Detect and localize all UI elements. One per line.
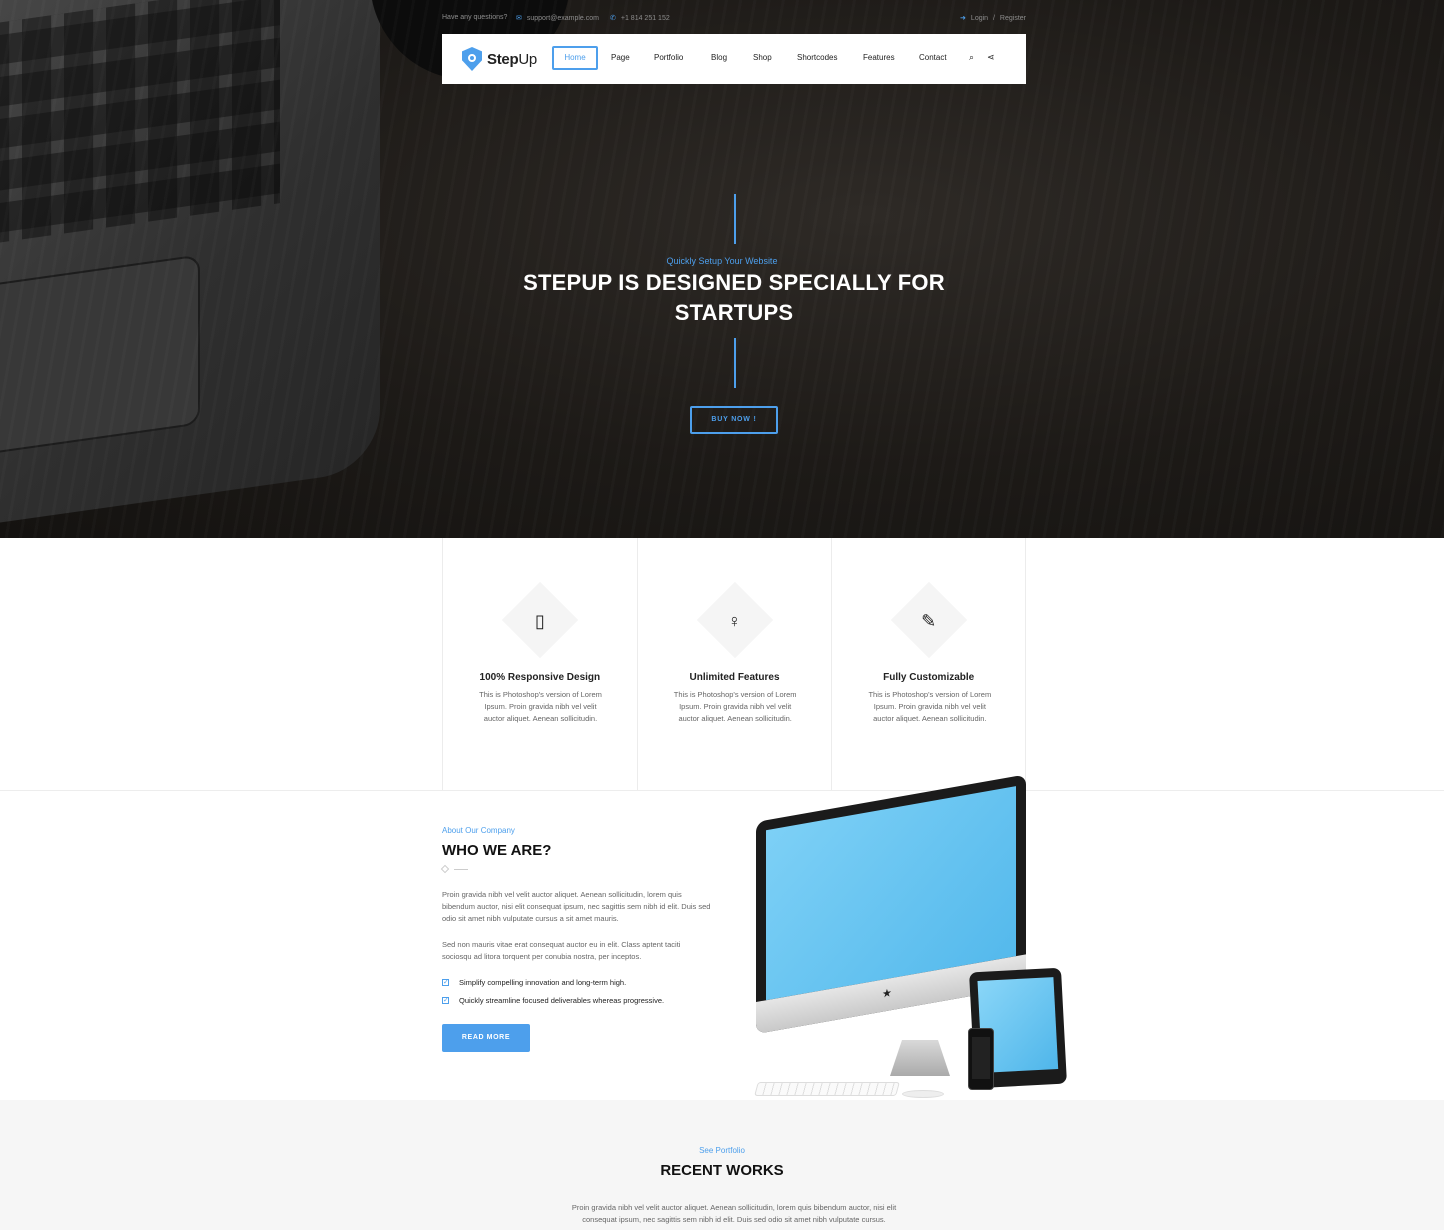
main-navbar: StepUp Home Page Portfolio Blog Shop Sho… xyxy=(442,34,1026,84)
envelope-icon: ✉ xyxy=(516,15,522,22)
feature-card: ▯ 100% Responsive Design This is Photosh… xyxy=(442,538,637,791)
about-paragraph-1: Proin gravida nibh vel velit auctor aliq… xyxy=(442,890,711,923)
features-row: ▯ 100% Responsive Design This is Photosh… xyxy=(442,538,1027,791)
nav-features[interactable]: Features xyxy=(863,46,895,70)
mouse-image xyxy=(902,1090,944,1098)
check-item-text: Quickly streamline focused deliverables … xyxy=(459,996,665,1005)
check-item: ✓ Quickly streamline focused deliverables… xyxy=(442,996,664,1005)
account-separator: / xyxy=(993,15,995,22)
monitor-stand xyxy=(890,1040,950,1076)
login-link[interactable]: Login xyxy=(971,15,988,22)
hero-top-line xyxy=(734,194,736,244)
about-title: WHO WE ARE? xyxy=(442,842,552,859)
question-text: Have any questions? xyxy=(442,14,508,21)
phone-image xyxy=(968,1028,994,1090)
site-logo[interactable]: StepUp xyxy=(462,47,537,71)
nav-blog[interactable]: Blog xyxy=(711,46,727,70)
register-link[interactable]: Register xyxy=(1000,15,1026,22)
nav-portfolio[interactable]: Portfolio xyxy=(654,46,683,70)
divider-bar xyxy=(454,868,468,870)
works-kicker: See Portfolio xyxy=(699,1146,745,1155)
login-icon: ➜ xyxy=(960,15,966,22)
email-link[interactable]: ✉ support@example.com xyxy=(516,14,599,22)
diamond-dot xyxy=(440,864,450,874)
keyboard-image xyxy=(754,1082,900,1096)
nav-shortcodes[interactable]: Shortcodes xyxy=(797,46,837,70)
nav-contact[interactable]: Contact xyxy=(919,46,947,70)
section-divider xyxy=(0,790,1444,791)
top-bar: Have any questions? ✉ support@example.com… xyxy=(442,14,1026,26)
phone-link[interactable]: ✆ +1 814 251 152 xyxy=(610,14,670,22)
mobile-phone-icon: ▯ xyxy=(534,611,545,631)
hero-bottom-line xyxy=(734,338,736,388)
hero-section: Have any questions? ✉ support@example.com… xyxy=(0,0,1444,538)
nav-home[interactable]: Home xyxy=(552,46,598,70)
about-kicker: About Our Company xyxy=(442,826,515,835)
nav-page[interactable]: Page xyxy=(611,46,630,70)
feature-title: Unlimited Features xyxy=(689,672,780,683)
check-item: ✓ Simplify compelling innovation and long… xyxy=(442,978,626,987)
phone-screen xyxy=(972,1037,990,1079)
hero-headline: STEPUP IS DESIGNED SPECIALLY FOR STARTUP… xyxy=(523,270,945,325)
buy-now-button[interactable]: BUY NOW ! xyxy=(690,406,778,434)
checkbox-icon: ✓ xyxy=(442,997,449,1004)
hero-subtitle: Quickly Setup Your Website xyxy=(666,256,778,266)
account-links: ➜ Login / Register xyxy=(960,14,1026,22)
share-icon[interactable]: ⋖ xyxy=(987,52,995,63)
email-text: support@example.com xyxy=(526,15,599,22)
checkbox-icon: ✓ xyxy=(442,979,449,986)
check-item-text: Simplify compelling innovation and long-… xyxy=(459,978,627,987)
feature-card: ♀ Unlimited Features This is Photoshop's… xyxy=(636,538,832,791)
recent-works-section: See Portfolio RECENT WORKS Proin gravida… xyxy=(0,1100,1444,1230)
nav-shop[interactable]: Shop xyxy=(753,46,772,70)
feature-title: 100% Responsive Design xyxy=(479,672,601,683)
feature-title: Fully Customizable xyxy=(883,672,975,683)
brand-name: StepUp xyxy=(487,50,537,68)
search-icon[interactable]: ⌕ xyxy=(969,52,974,63)
phone-icon: ✆ xyxy=(610,15,616,22)
feature-text: This is Photoshop's version of Lorem Ips… xyxy=(479,690,602,723)
about-paragraph-2: Sed non mauris vitae erat consequat auct… xyxy=(442,940,681,961)
works-text: Proin gravida nibh vel velit auctor aliq… xyxy=(571,1203,897,1224)
shield-logo-icon xyxy=(462,47,482,71)
pencil-icon: ✎ xyxy=(921,611,937,631)
feature-text: This is Photoshop's version of Lorem Ips… xyxy=(673,690,797,723)
works-title: RECENT WORKS xyxy=(660,1162,784,1179)
feature-text: This is Photoshop's version of Lorem Ips… xyxy=(868,690,992,723)
title-divider xyxy=(440,864,468,874)
read-more-button[interactable]: READ MORE xyxy=(442,1024,530,1052)
brand-star-icon: ★ xyxy=(882,987,892,1001)
phone-text: +1 814 251 152 xyxy=(620,15,670,22)
lightbulb-icon: ♀ xyxy=(727,611,742,631)
feature-card: ✎ Fully Customizable This is Photoshop's… xyxy=(831,538,1027,791)
